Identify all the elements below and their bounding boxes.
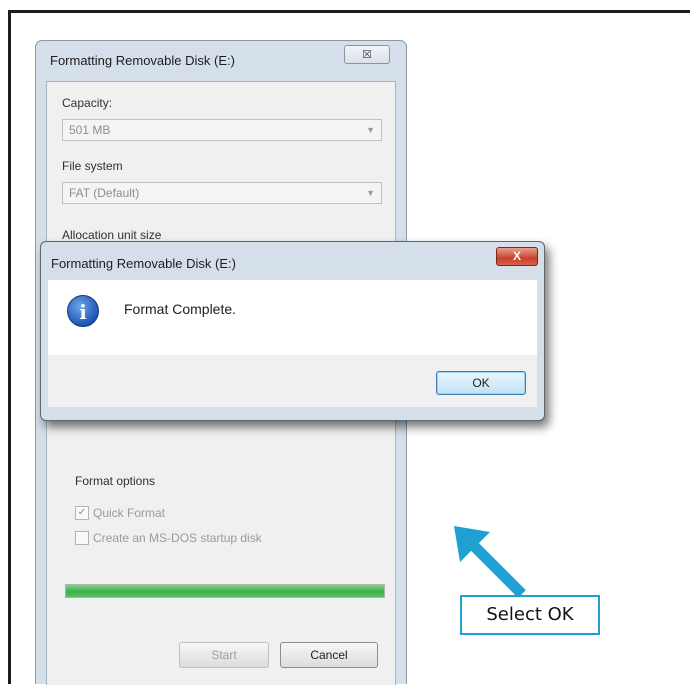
msdos-option[interactable]: Create an MS-DOS startup disk xyxy=(75,531,262,545)
capacity-select[interactable]: 501 MB ▼ xyxy=(62,119,382,141)
start-button[interactable]: Start xyxy=(179,642,269,668)
filesystem-select[interactable]: FAT (Default) ▼ xyxy=(62,182,382,204)
message-text: Format Complete. xyxy=(124,301,237,317)
chevron-down-icon: ▼ xyxy=(366,125,375,135)
message-title: Formatting Removable Disk (E:) xyxy=(51,256,236,271)
capacity-label: Capacity: xyxy=(62,96,113,110)
close-button[interactable]: X xyxy=(496,247,538,266)
cancel-button[interactable]: Cancel xyxy=(280,642,378,668)
quick-format-option[interactable]: ✓ Quick Format xyxy=(75,506,165,520)
ok-button[interactable]: OK xyxy=(436,371,526,395)
close-button[interactable]: ☒ xyxy=(344,45,390,64)
quick-format-label: Quick Format xyxy=(93,506,166,520)
message-footer: OK xyxy=(48,355,537,407)
msdos-label: Create an MS-DOS startup disk xyxy=(93,531,262,545)
quick-format-checkbox[interactable]: ✓ xyxy=(75,506,89,520)
format-dialog-title: Formatting Removable Disk (E:) xyxy=(50,53,235,68)
arrow-icon xyxy=(454,526,526,598)
filesystem-label: File system xyxy=(62,159,123,173)
chevron-down-icon: ▼ xyxy=(366,188,375,198)
callout-label: Select OK xyxy=(460,595,600,635)
filesystem-value: FAT (Default) xyxy=(69,186,140,200)
allocation-label: Allocation unit size xyxy=(62,228,162,242)
format-complete-dialog: Formatting Removable Disk (E:) X i Forma… xyxy=(40,241,545,421)
format-progress-bar xyxy=(65,584,385,598)
capacity-value: 501 MB xyxy=(69,123,111,137)
message-body: i Format Complete. xyxy=(48,280,537,355)
info-icon: i xyxy=(67,295,99,327)
msdos-checkbox[interactable] xyxy=(75,531,89,545)
format-options-label: Format options xyxy=(75,474,156,488)
